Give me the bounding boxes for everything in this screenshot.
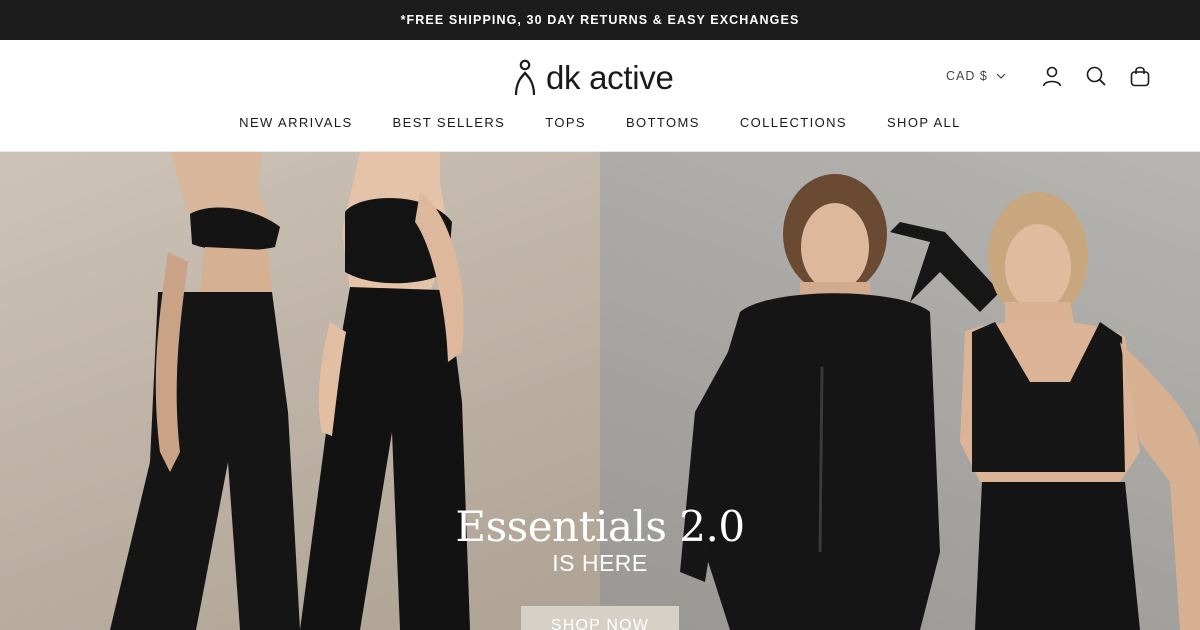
announcement-bar: *FREE SHIPPING, 30 DAY RETURNS & EASY EX… (0, 0, 1200, 40)
nav-bottoms[interactable]: BOTTOMS (626, 114, 700, 132)
nav-tops[interactable]: TOPS (545, 114, 586, 132)
currency-selector[interactable]: CAD $ (946, 66, 1006, 86)
site-header: dk active CAD $ NEW ARRIVALS BEST SELLER… (0, 40, 1200, 152)
logo-figure-icon (514, 59, 536, 96)
cart-icon[interactable] (1128, 64, 1152, 88)
announcement-text: *FREE SHIPPING, 30 DAY RETURNS & EASY EX… (400, 13, 800, 27)
nav-best-sellers[interactable]: BEST SELLERS (393, 114, 506, 132)
hero-title: Essentials 2.0 (455, 502, 745, 551)
search-icon[interactable] (1084, 64, 1108, 88)
account-icon[interactable] (1040, 64, 1064, 88)
nav-new-arrivals[interactable]: NEW ARRIVALS (239, 114, 352, 132)
nav-shop-all[interactable]: SHOP ALL (887, 114, 961, 132)
nav-collections[interactable]: COLLECTIONS (740, 114, 847, 132)
chevron-down-icon (996, 73, 1006, 79)
main-nav: NEW ARRIVALS BEST SELLERS TOPS BOTTOMS C… (0, 114, 1200, 132)
currency-label: CAD $ (946, 69, 988, 83)
brand-logo[interactable]: dk active (512, 58, 674, 98)
shop-now-button[interactable]: SHOP NOW (521, 606, 679, 630)
shop-now-label: SHOP NOW (550, 617, 650, 630)
hero-subtitle: IS HERE (552, 550, 648, 576)
hero-banner: Essentials 2.0 IS HERE SHOP NOW (0, 152, 1200, 630)
brand-name: dk active (546, 59, 674, 96)
